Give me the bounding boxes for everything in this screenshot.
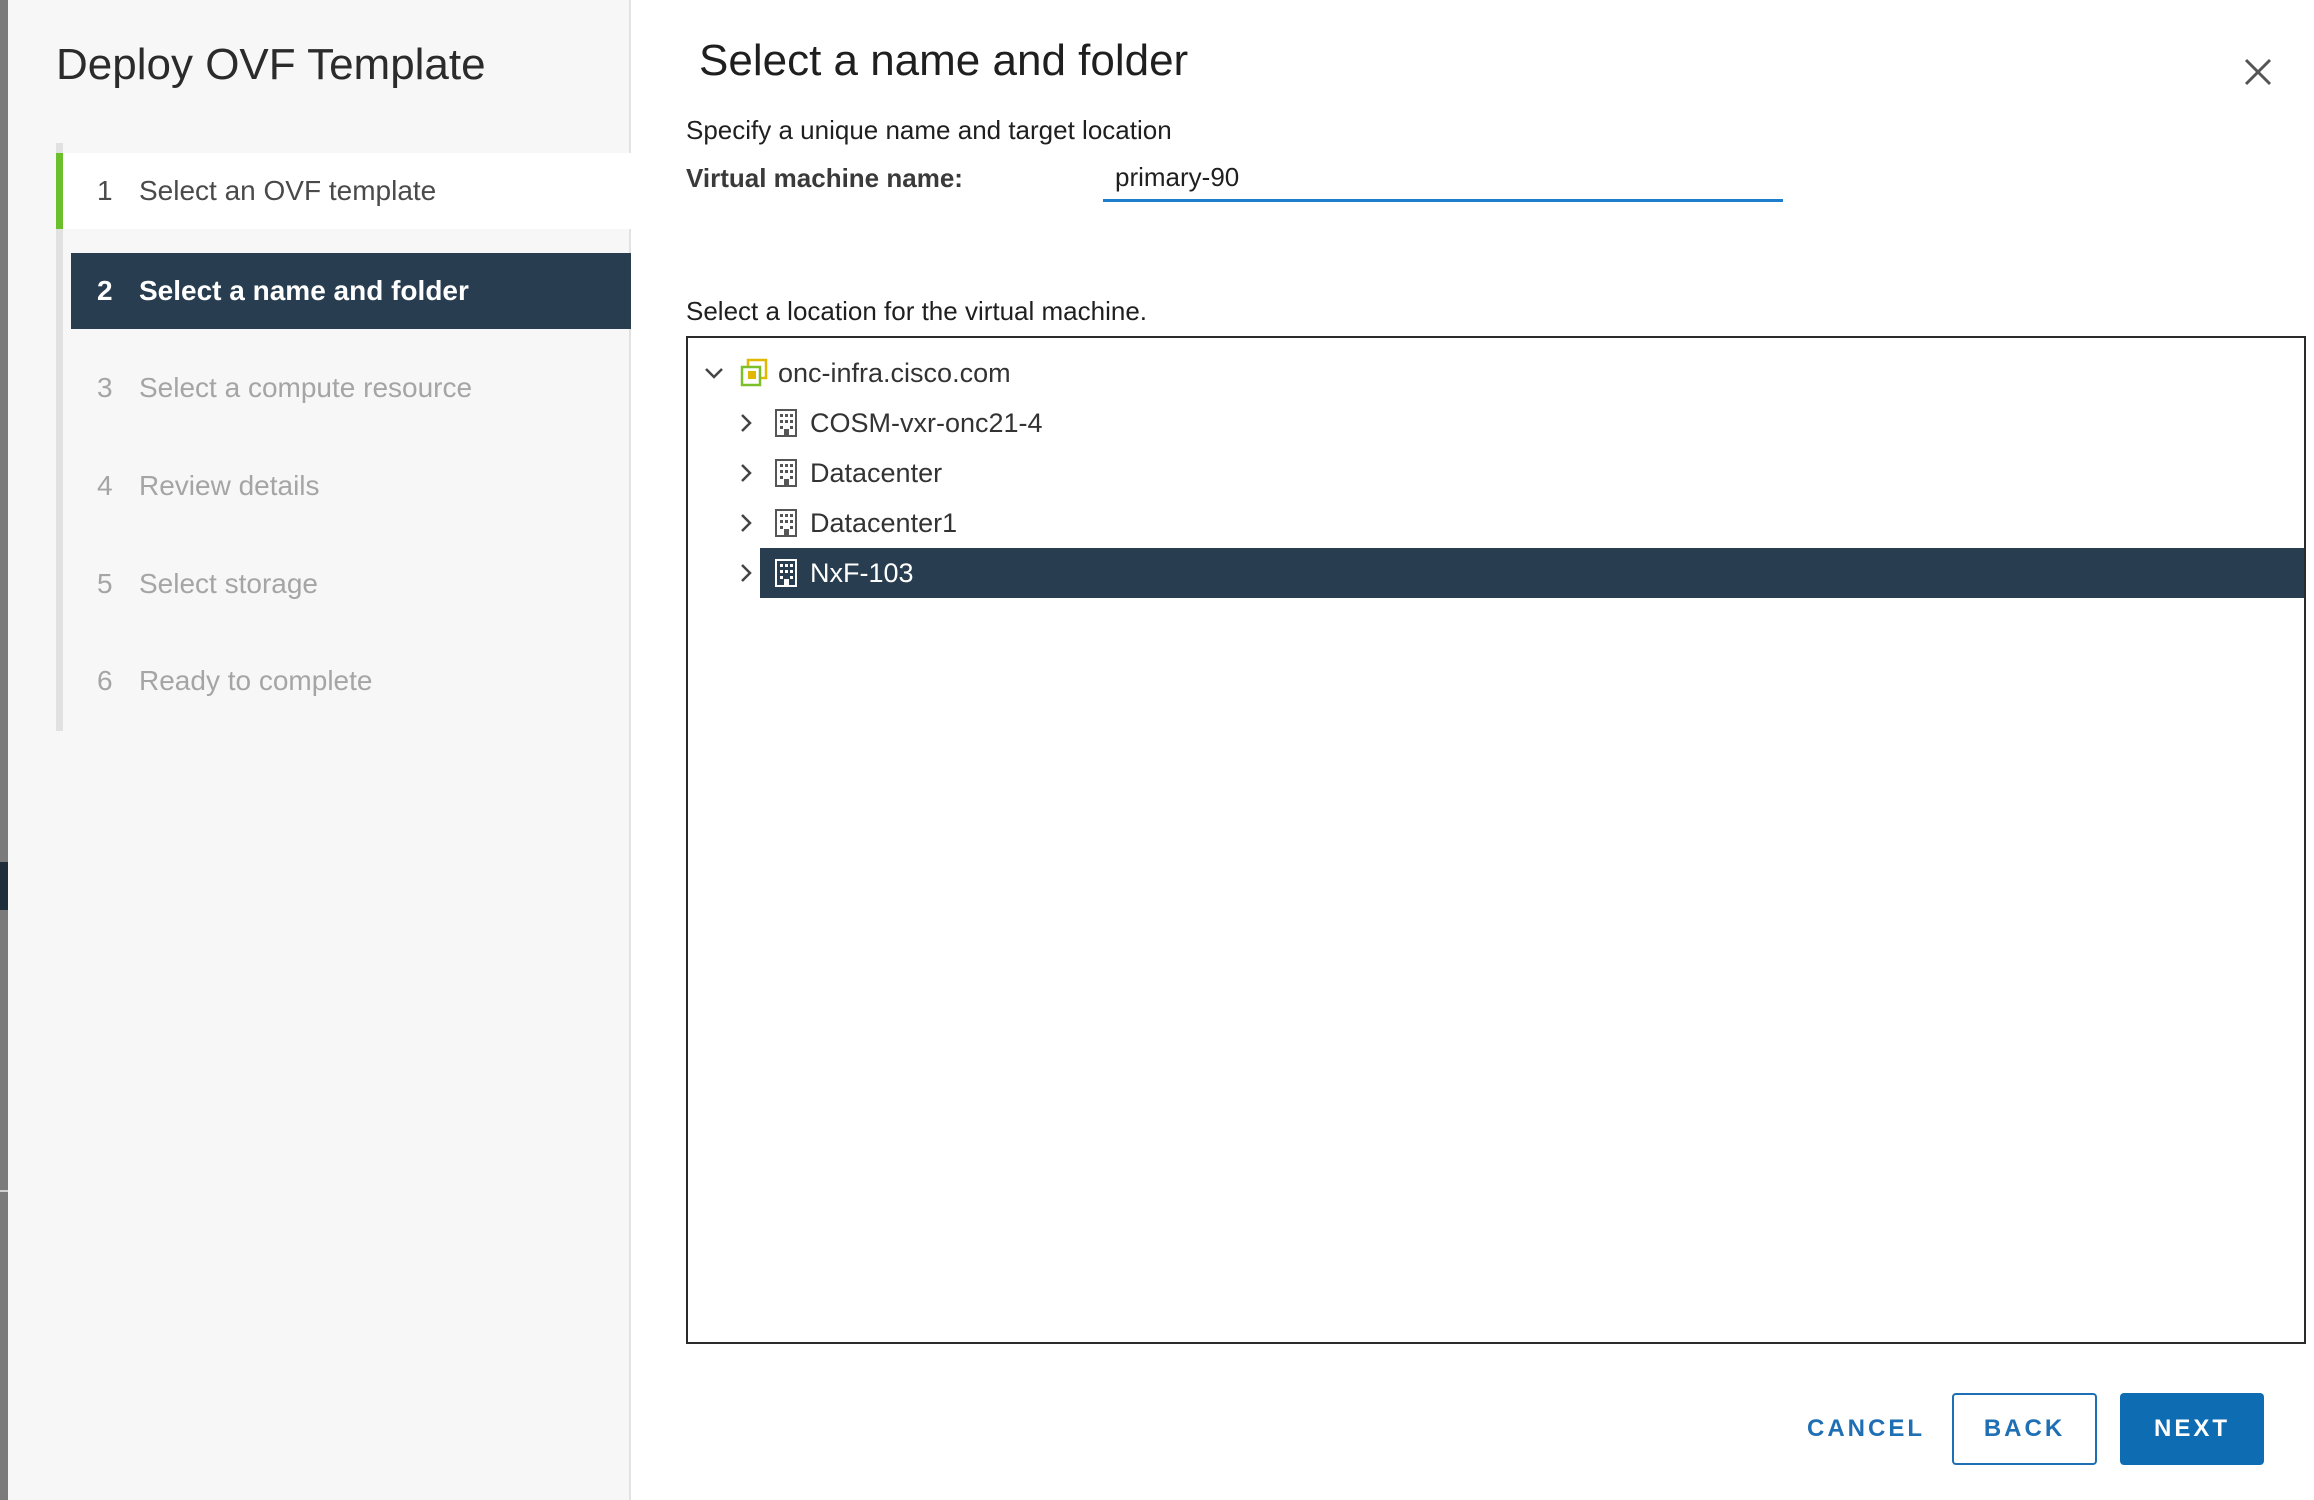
vm-name-input[interactable] (1103, 156, 1783, 202)
background-app-block (0, 862, 8, 910)
step-label: Review details (139, 470, 320, 501)
step-number: 6 (97, 665, 113, 696)
wizard-sidebar: Deploy OVF Template 1 Select an OVF temp… (8, 0, 638, 1500)
cancel-button[interactable]: CANCEL (1786, 1393, 1946, 1465)
background-app-edge (0, 0, 8, 1500)
vcenter-icon (738, 357, 770, 389)
step-number: 4 (97, 470, 113, 501)
step-5: 5 Select storage (63, 546, 623, 622)
tree-node[interactable]: Datacenter (732, 448, 942, 498)
tree-node-selected[interactable]: NxF-103 (688, 548, 2304, 598)
step-number: 5 (97, 568, 113, 599)
tree-node-label[interactable]: Datacenter1 (810, 508, 957, 539)
step-3: 3 Select a compute resource (63, 350, 623, 426)
step-label: Ready to complete (139, 665, 373, 696)
vm-name-label: Virtual machine name: (686, 163, 963, 193)
background-app-divider (0, 1190, 8, 1192)
step-6: 6 Ready to complete (63, 643, 623, 719)
step-label: Select an OVF template (139, 175, 437, 206)
datacenter-icon (770, 557, 802, 589)
wizard-steps: 1 Select an OVF template 2 Select a name… (56, 143, 638, 731)
location-tree[interactable]: onc-infra.cisco.com COSM-vxr-onc21-4 Dat… (686, 336, 2306, 1344)
datacenter-icon (770, 507, 802, 539)
tree-node[interactable]: Datacenter1 (732, 498, 957, 548)
step-number: 3 (97, 372, 113, 403)
chevron-down-icon[interactable] (700, 359, 728, 387)
selection-highlight (760, 548, 2304, 598)
next-button[interactable]: NEXT (2120, 1393, 2264, 1465)
step-label: Select storage (139, 568, 318, 599)
page-subtitle: Specify a unique name and target locatio… (686, 115, 1172, 145)
step-number: 1 (97, 175, 113, 206)
step-number: 2 (97, 275, 113, 306)
chevron-right-icon[interactable] (732, 409, 760, 437)
step-1[interactable]: 1 Select an OVF template (56, 153, 638, 229)
wizard-title: Deploy OVF Template (56, 40, 486, 89)
wizard-content: Select a name and folder Specify a uniqu… (631, 0, 2314, 1500)
page-title: Select a name and folder (699, 36, 1189, 85)
step-label: Select a name and folder (139, 275, 469, 306)
step-4: 4 Review details (63, 448, 623, 524)
chevron-right-icon[interactable] (732, 509, 760, 537)
location-label: Select a location for the virtual machin… (686, 296, 1148, 326)
step-label: Select a compute resource (139, 372, 473, 403)
tree-node-label[interactable]: onc-infra.cisco.com (778, 358, 1011, 389)
step-2[interactable]: 2 Select a name and folder (71, 253, 631, 329)
chevron-right-icon[interactable] (732, 459, 760, 487)
tree-node-label[interactable]: COSM-vxr-onc21-4 (810, 408, 1043, 439)
tree-root-node[interactable]: onc-infra.cisco.com (700, 348, 1011, 398)
tree-node[interactable]: COSM-vxr-onc21-4 (732, 398, 1043, 448)
close-icon[interactable] (2238, 52, 2278, 92)
tree-node-label[interactable]: NxF-103 (810, 558, 914, 589)
datacenter-icon (770, 407, 802, 439)
tree-node-label[interactable]: Datacenter (810, 458, 942, 489)
chevron-right-icon[interactable] (732, 559, 760, 587)
back-button[interactable]: BACK (1952, 1393, 2097, 1465)
datacenter-icon (770, 457, 802, 489)
